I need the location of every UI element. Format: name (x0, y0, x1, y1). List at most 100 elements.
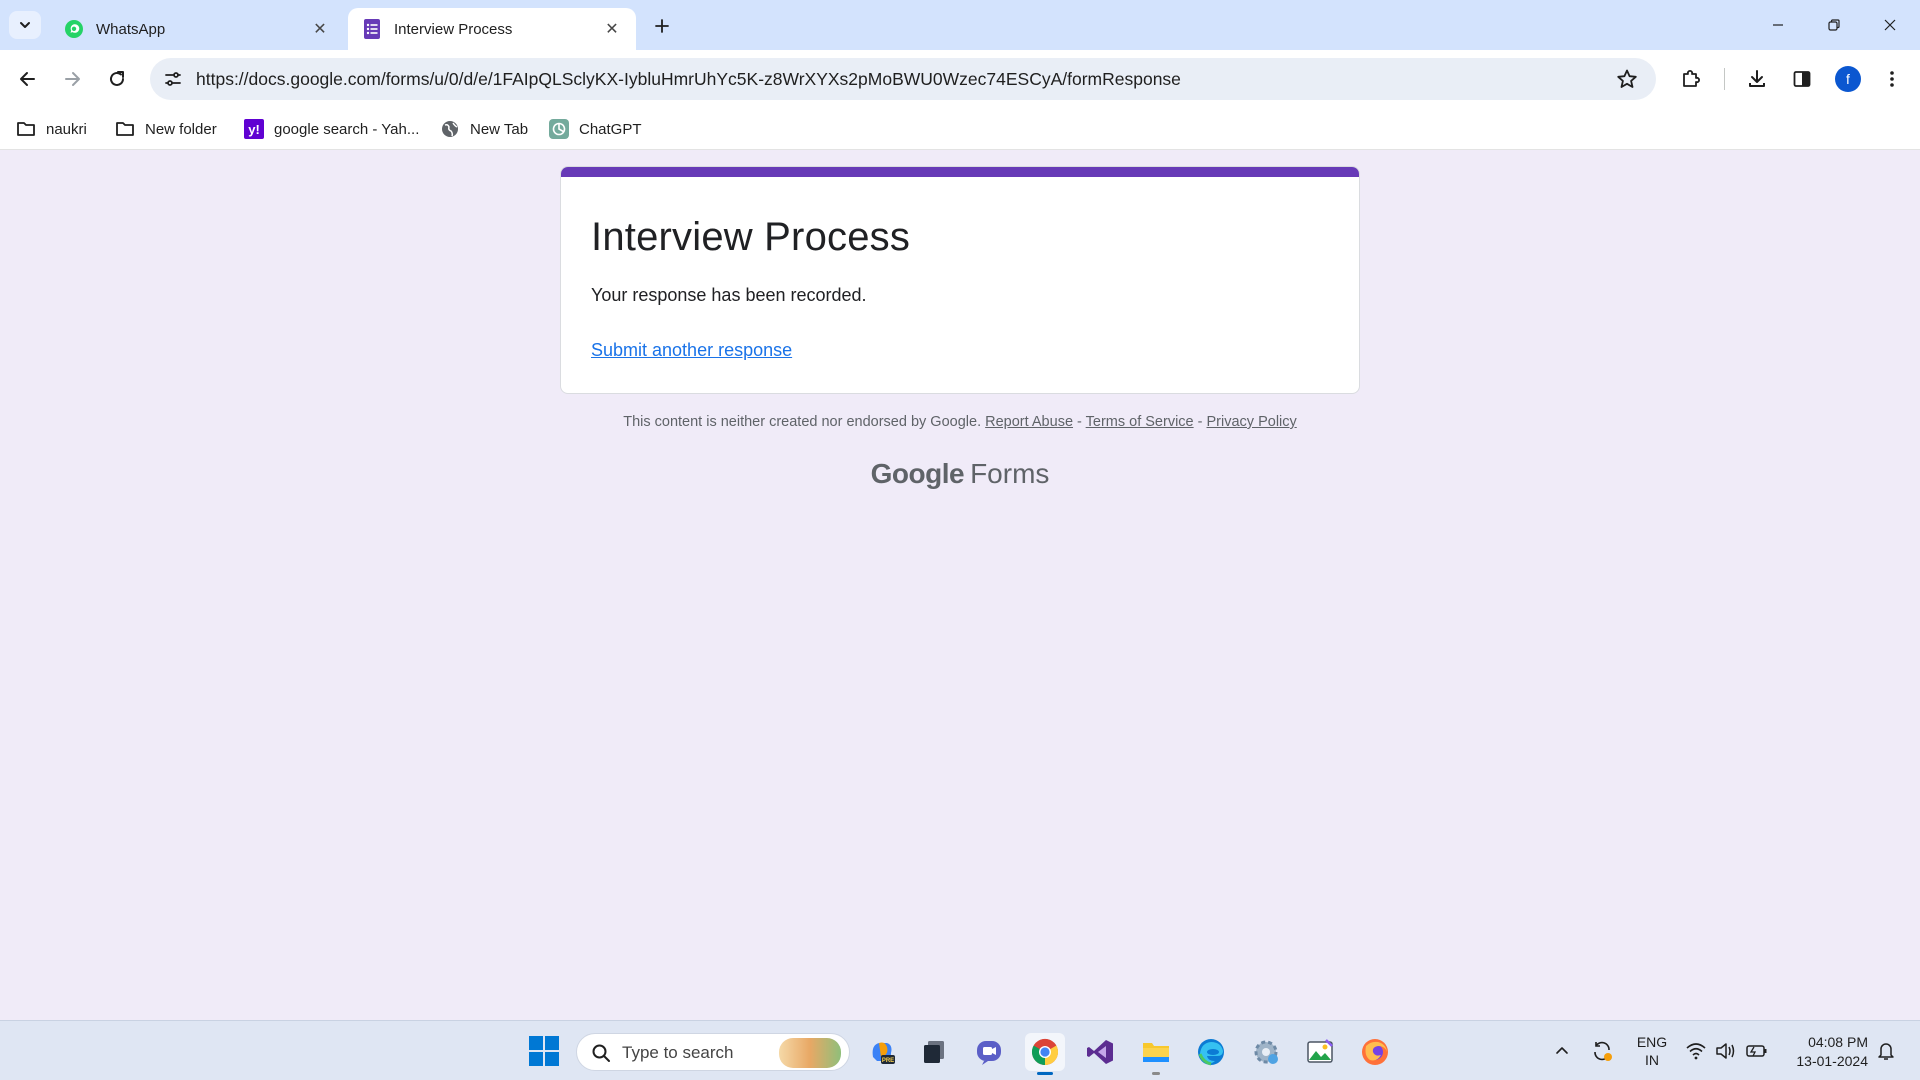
close-tab-icon[interactable]: ✕ (602, 19, 622, 39)
browser-toolbar: https://docs.google.com/forms/u/0/d/e/1F… (0, 50, 1920, 108)
confirmation-message: Your response has been recorded. (591, 285, 867, 305)
close-window-button[interactable] (1870, 8, 1910, 42)
tab-interview-process[interactable]: Interview Process ✕ (348, 8, 636, 50)
bookmark-new-folder[interactable]: New folder (115, 114, 217, 144)
search-highlight-image (779, 1038, 841, 1068)
address-bar[interactable]: https://docs.google.com/forms/u/0/d/e/1F… (150, 58, 1656, 100)
chatgpt-icon (549, 119, 569, 139)
submit-another-response-link[interactable]: Submit another response (591, 340, 792, 361)
region-code: IN (1645, 1052, 1659, 1068)
reload-icon (110, 71, 124, 86)
browser-menu-button[interactable] (1877, 64, 1907, 94)
wifi-button[interactable] (1684, 1039, 1708, 1063)
file-explorer-icon (1143, 1043, 1169, 1062)
taskbar-app-file-manager[interactable] (914, 1033, 954, 1071)
running-indicator (1152, 1072, 1160, 1075)
taskbar-app-firefox[interactable] (1355, 1033, 1395, 1071)
close-icon (1884, 19, 1896, 31)
taskbar-app-photo-editor[interactable] (1300, 1033, 1340, 1071)
taskbar-app-settings[interactable] (1246, 1033, 1286, 1071)
taskbar-app-file-explorer[interactable] (1136, 1033, 1176, 1075)
taskbar-search[interactable]: Type to search (576, 1033, 850, 1071)
whatsapp-icon (64, 19, 84, 39)
folder-icon (16, 119, 36, 139)
puzzle-icon (1683, 70, 1700, 87)
tab-whatsapp[interactable]: WhatsApp ✕ (50, 8, 344, 50)
tab-search-button[interactable] (9, 11, 41, 39)
svg-text:y!: y! (248, 122, 260, 137)
taskbar-app-copilot[interactable]: PRE (862, 1033, 902, 1071)
sync-tray-button[interactable] (1590, 1039, 1614, 1063)
battery-button[interactable] (1745, 1039, 1769, 1063)
download-icon (1749, 70, 1765, 87)
footer-disclaimer: This content is neither created nor endo… (0, 414, 1920, 430)
minimize-button[interactable] (1758, 8, 1798, 42)
volume-button[interactable] (1714, 1039, 1738, 1063)
privacy-policy-link[interactable]: Privacy Policy (1207, 414, 1297, 430)
bookmark-google-search-yahoo[interactable]: y! google search - Yah... (244, 114, 419, 144)
input-language-indicator[interactable]: ENG IN (1634, 1033, 1670, 1069)
side-panel-button[interactable] (1787, 64, 1817, 94)
plus-icon (655, 19, 669, 33)
profile-avatar[interactable]: f (1835, 66, 1861, 92)
terms-of-service-link[interactable]: Terms of Service (1086, 414, 1194, 430)
bookmark-label: New folder (145, 120, 217, 138)
footer-separator: - (1193, 414, 1207, 430)
battery-icon (1746, 1045, 1767, 1057)
form-response-card: Interview Process Your response has been… (560, 166, 1360, 394)
form-accent-bar (561, 167, 1359, 177)
bookmark-naukri[interactable]: naukri (16, 114, 87, 144)
clock[interactable]: 04:08 PM 13-01-2024 (1780, 1033, 1868, 1071)
notifications-button[interactable] (1874, 1039, 1898, 1063)
site-info-icon[interactable] (160, 66, 186, 92)
close-tab-icon[interactable]: ✕ (310, 19, 330, 39)
globe-icon (440, 119, 460, 139)
reload-button[interactable] (101, 63, 133, 95)
teams-icon (977, 1041, 1001, 1065)
tab-strip: WhatsApp ✕ Interview Process ✕ (0, 0, 1920, 50)
url-text[interactable]: https://docs.google.com/forms/u/0/d/e/1F… (196, 69, 1181, 90)
restore-icon (1828, 19, 1840, 31)
windows-taskbar: Type to search PRE ENG IN 04:08 PM 13-01… (0, 1020, 1920, 1080)
tab-title: WhatsApp (96, 20, 166, 38)
start-button[interactable] (528, 1035, 560, 1067)
restore-button[interactable] (1814, 8, 1854, 42)
yahoo-icon: y! (244, 119, 264, 139)
photo-editor-icon (1307, 1039, 1333, 1063)
bookmarks-bar: naukri New folder y! google search - Yah… (0, 108, 1920, 150)
settings-gear-icon (1254, 1040, 1278, 1064)
chevron-down-icon (20, 22, 30, 28)
tab-title: Interview Process (394, 20, 513, 38)
new-tab-button[interactable] (648, 12, 676, 40)
report-abuse-link[interactable]: Report Abuse (985, 414, 1073, 430)
brand-google: Google (870, 458, 965, 489)
show-hidden-icons-button[interactable] (1550, 1039, 1574, 1063)
arrow-right-icon (65, 72, 80, 86)
more-vertical-icon (1890, 71, 1894, 87)
clock-time: 04:08 PM (1808, 1034, 1868, 1050)
back-button[interactable] (12, 63, 44, 95)
copilot-icon: PRE (872, 1042, 895, 1064)
bookmark-chatgpt[interactable]: ChatGPT (549, 114, 642, 144)
bookmark-label: ChatGPT (579, 120, 642, 138)
disclaimer-text: This content is neither created nor endo… (623, 414, 982, 430)
search-placeholder: Type to search (622, 1043, 734, 1062)
chrome-icon (1031, 1038, 1059, 1066)
forward-button[interactable] (56, 63, 88, 95)
side-panel-icon (1793, 71, 1811, 87)
sync-icon (1594, 1041, 1612, 1061)
taskbar-app-teams[interactable] (969, 1033, 1009, 1071)
taskbar-app-edge[interactable] (1191, 1033, 1231, 1071)
downloads-button[interactable] (1742, 64, 1772, 94)
firefox-icon (1362, 1039, 1388, 1065)
taskbar-app-visual-studio[interactable] (1080, 1033, 1120, 1071)
google-forms-logo[interactable]: Google Forms (0, 458, 1920, 490)
toolbar-divider (1724, 68, 1725, 90)
extensions-button[interactable] (1676, 64, 1706, 94)
file-manager-icon (924, 1041, 944, 1063)
taskbar-app-chrome[interactable] (1025, 1033, 1065, 1075)
bookmark-star-icon[interactable] (1616, 68, 1638, 90)
bookmark-label: google search - Yah... (274, 120, 420, 138)
google-forms-icon (362, 19, 382, 39)
bookmark-new-tab[interactable]: New Tab (440, 114, 528, 144)
